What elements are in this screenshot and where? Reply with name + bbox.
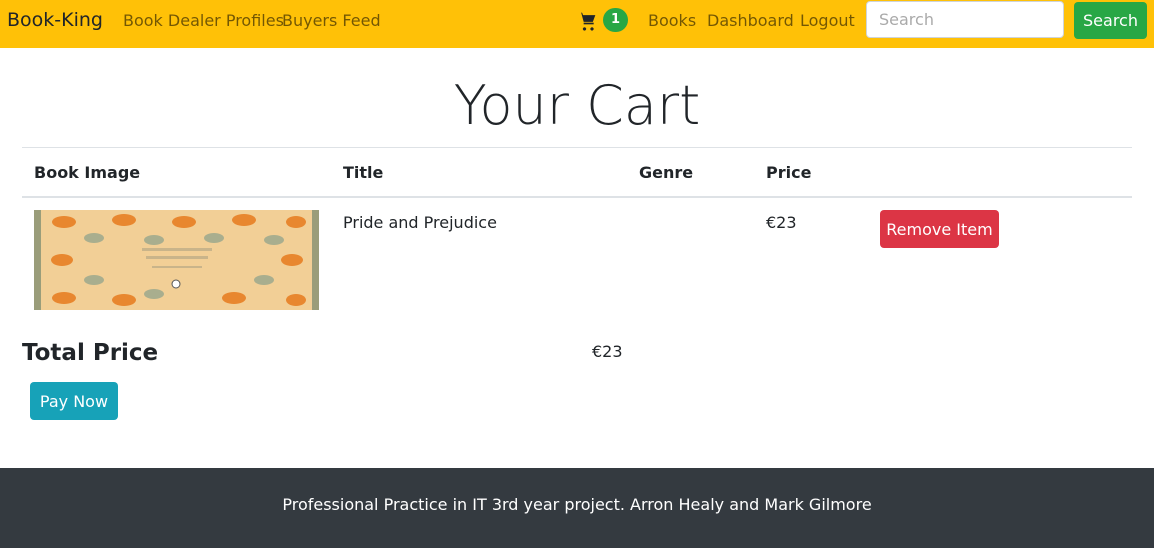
table-header-divider <box>22 196 1132 198</box>
nav-books[interactable]: Books <box>648 11 696 30</box>
nav-dashboard[interactable]: Dashboard <box>707 11 794 30</box>
brand-link[interactable]: Book-King <box>7 9 103 31</box>
book-cover-image <box>34 210 319 310</box>
header-book-image: Book Image <box>34 163 141 182</box>
search-input[interactable] <box>866 1 1064 38</box>
page-title: Your Cart <box>453 74 701 137</box>
search-button[interactable]: Search <box>1074 2 1147 39</box>
table-top-divider <box>22 147 1132 148</box>
nav-book-dealer-profiles[interactable]: Book Dealer Profiles <box>123 11 284 30</box>
total-price-value: €23 <box>592 342 623 361</box>
pay-now-button[interactable]: Pay Now <box>30 382 118 420</box>
total-price-label: Total Price <box>22 340 159 366</box>
remove-item-button[interactable]: Remove Item <box>880 210 999 248</box>
header-genre: Genre <box>639 163 694 182</box>
navbar: Book-King Book Dealer Profiles Buyers Fe… <box>0 0 1154 48</box>
shopping-cart-icon[interactable] <box>577 11 597 31</box>
header-price: Price <box>766 163 812 182</box>
cart-count-badge[interactable]: 1 <box>603 8 628 32</box>
header-title: Title <box>343 163 384 182</box>
nav-logout[interactable]: Logout <box>800 11 855 30</box>
book-price: €23 <box>766 213 797 232</box>
footer-text: Professional Practice in IT 3rd year pro… <box>282 495 872 514</box>
book-title: Pride and Prejudice <box>343 213 497 232</box>
nav-buyers-feed[interactable]: Buyers Feed <box>282 11 381 30</box>
footer: Professional Practice in IT 3rd year pro… <box>0 468 1154 548</box>
